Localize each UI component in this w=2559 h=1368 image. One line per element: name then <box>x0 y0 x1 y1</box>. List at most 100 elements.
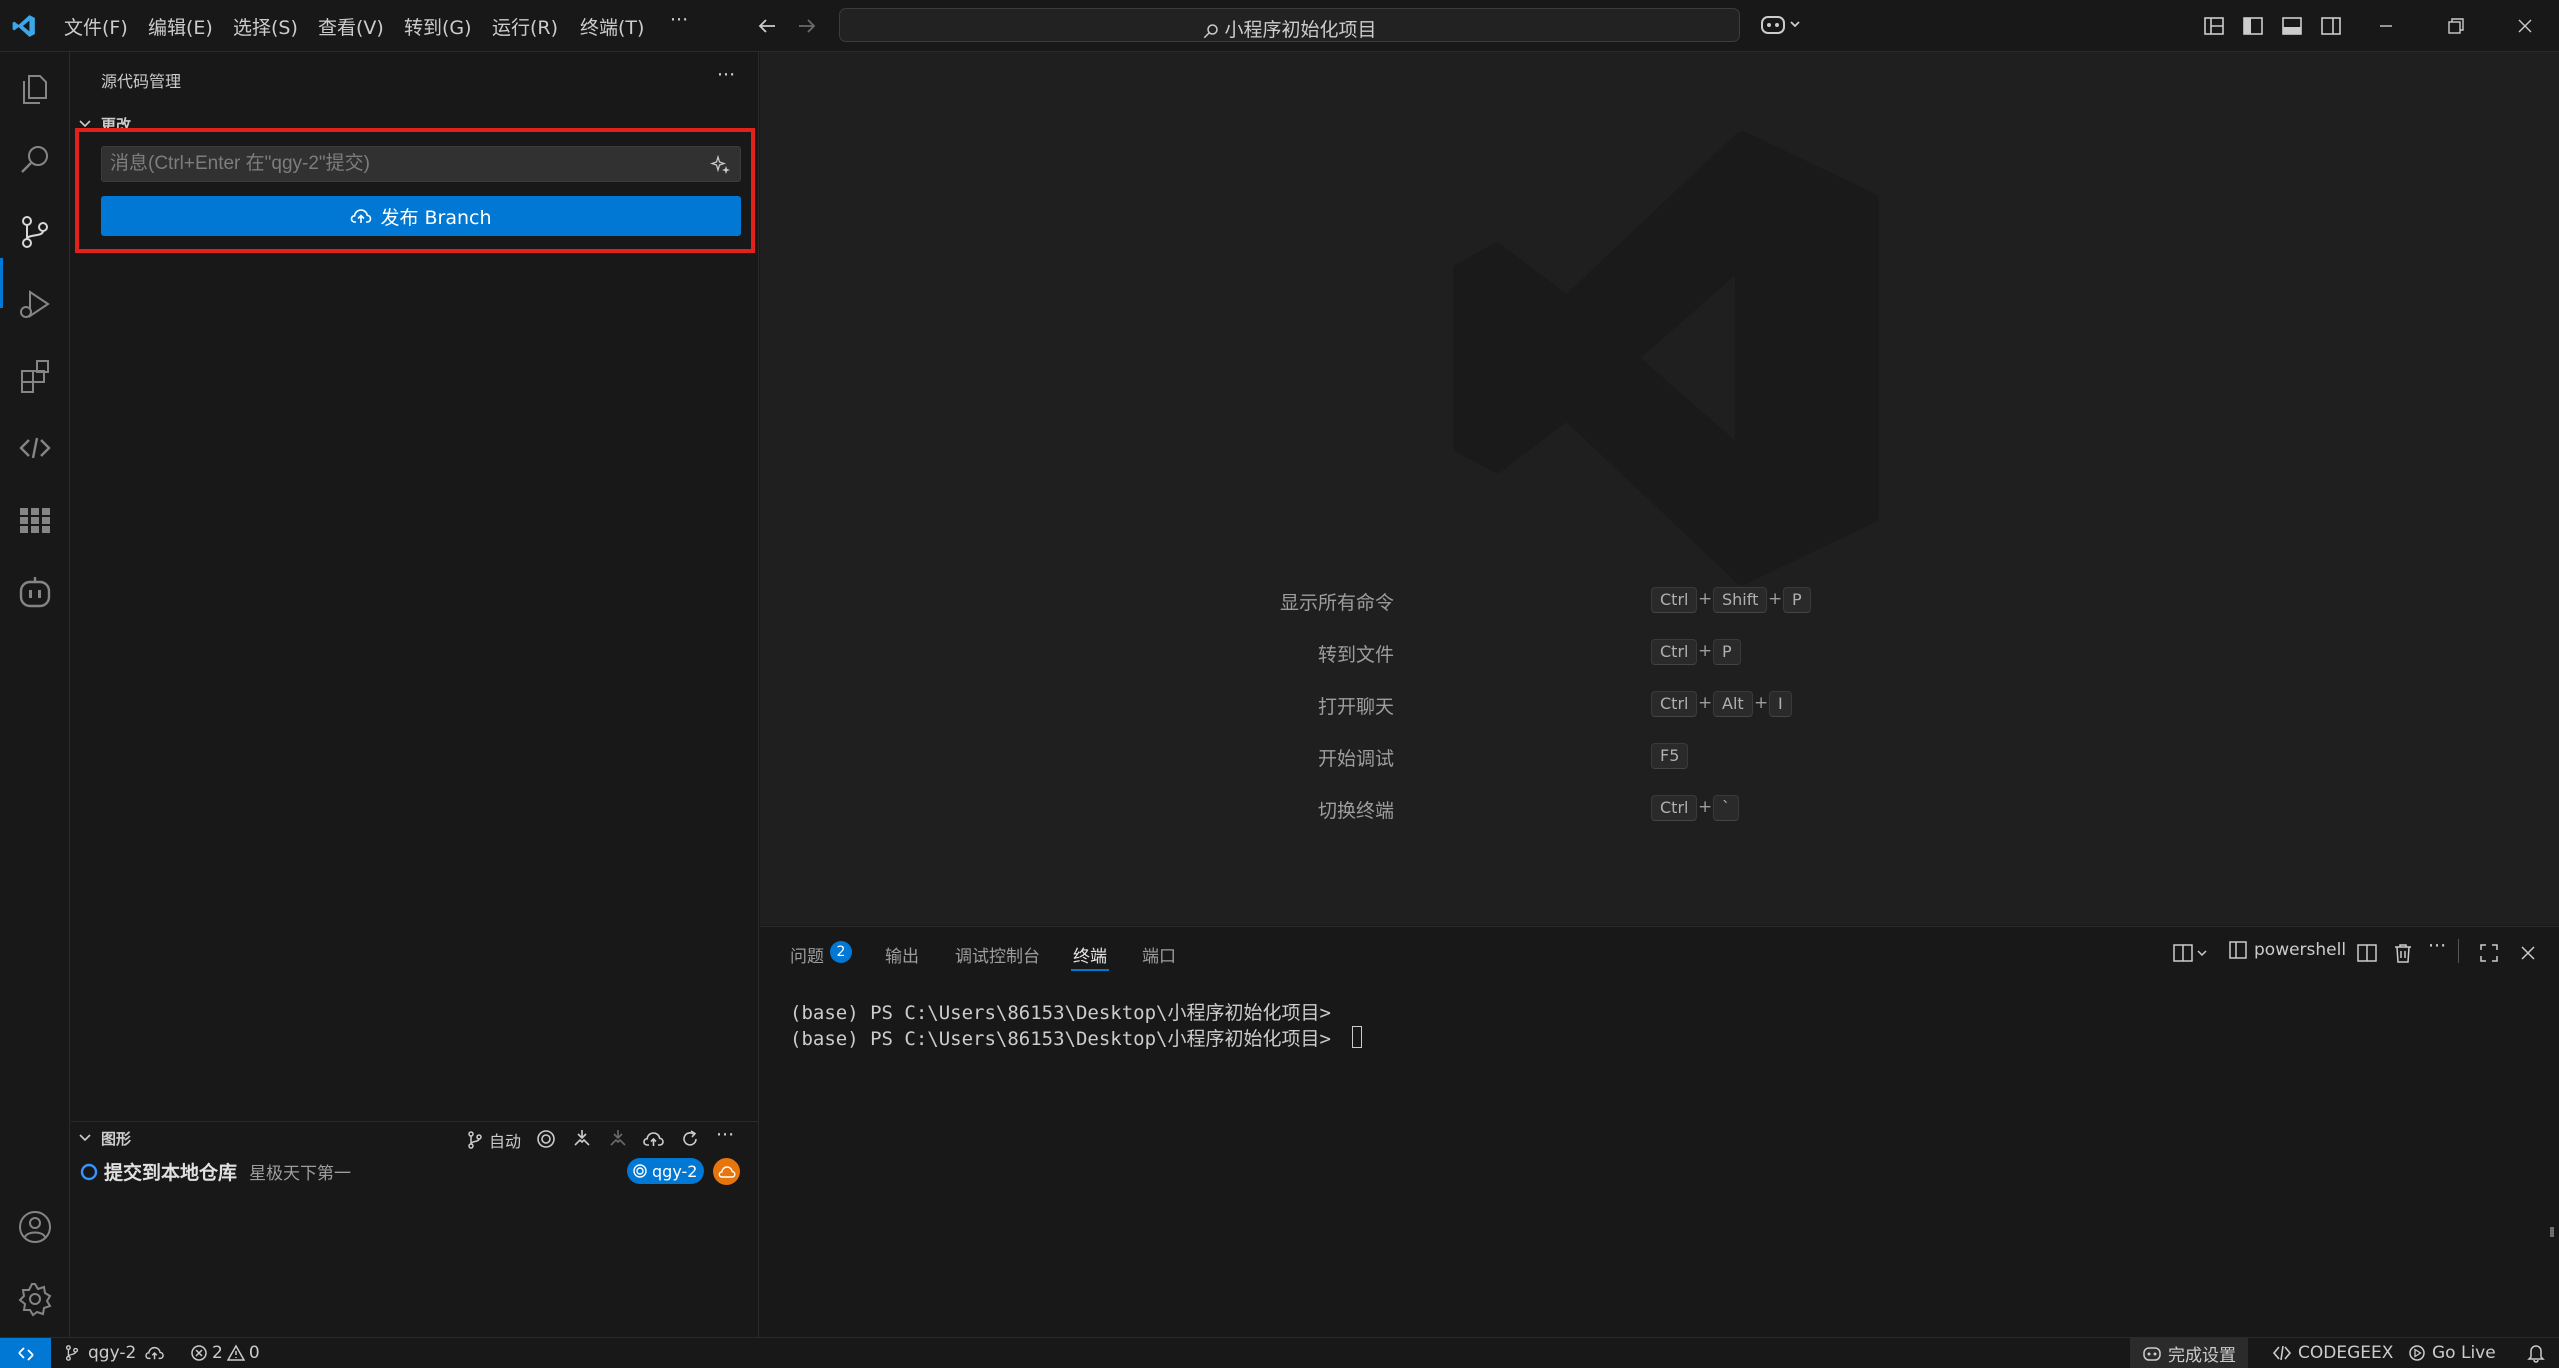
search-text: 小程序初始化项目 <box>840 15 1739 42</box>
graph-section-header[interactable]: 图形 <box>101 1128 131 1149</box>
vscode-watermark-logo-icon <box>1442 128 1882 588</box>
key-cap: Ctrl <box>1651 691 1698 717</box>
status-problems[interactable]: 2 0 <box>190 1343 260 1363</box>
sidebar-title: 源代码管理 <box>101 72 182 91</box>
maximize-panel-icon[interactable] <box>2478 942 2500 964</box>
codegeex-status[interactable]: CODEGEEX <box>2272 1343 2393 1363</box>
terminal-shell-selector[interactable]: powershell <box>2228 939 2346 961</box>
key-cap: Alt <box>1713 691 1753 717</box>
warning-count: 0 <box>248 1343 260 1363</box>
tab-output[interactable]: 输出 <box>885 942 919 967</box>
apps-grid-icon[interactable] <box>15 500 55 540</box>
pull-icon[interactable] <box>607 1128 629 1150</box>
branch-badge[interactable]: qgy-2 <box>627 1158 705 1184</box>
shortcut-label: 切换终端 <box>1317 800 1394 822</box>
account-icon[interactable] <box>15 1207 55 1247</box>
key-cap: P <box>1783 587 1811 613</box>
target-icon[interactable] <box>535 1128 557 1150</box>
menu-view[interactable]: 查看(V) <box>318 13 384 40</box>
go-live-button[interactable]: Go Live <box>2408 1343 2496 1363</box>
menu-go[interactable]: 转到(G) <box>404 13 472 40</box>
graph-chevron-down-icon[interactable] <box>77 1130 93 1146</box>
branch-badge-label: qgy-2 <box>652 1161 698 1181</box>
status-branch-icon <box>63 1344 81 1362</box>
key-cap: P <box>1713 639 1741 665</box>
key-cap: F5 <box>1651 743 1689 769</box>
key-cap: ` <box>1713 795 1739 821</box>
remote-explorer-icon[interactable] <box>15 428 55 468</box>
tab-ports[interactable]: 端口 <box>1142 942 1176 967</box>
tab-problems[interactable]: 问题 <box>790 942 824 967</box>
commit-author: 星极天下第一 <box>249 1164 352 1184</box>
terminal-scrollbar[interactable] <box>2548 987 2556 1335</box>
split-terminal-icon[interactable] <box>2356 942 2378 964</box>
extensions-icon[interactable] <box>15 356 55 396</box>
finish-setup-button[interactable]: 完成设置 <box>2130 1338 2248 1368</box>
commit-title: 提交到本地仓库 <box>104 1162 238 1184</box>
panel-more-actions-icon[interactable]: ··· <box>2428 935 2446 957</box>
plus-sign: + <box>1698 589 1713 609</box>
editor-area: 显示所有命令 Ctrl + Shift + P 转到文件 Ctrl + P 打开… <box>760 52 2559 925</box>
copilot-status-icon <box>2143 1346 2161 1361</box>
menu-file[interactable]: 文件(F) <box>64 13 128 40</box>
run-debug-icon[interactable] <box>15 284 55 324</box>
commit-node-icon <box>80 1163 98 1181</box>
graph-commit-row[interactable]: 提交到本地仓库 星极天下第一 <box>104 1158 351 1185</box>
search-view-icon[interactable] <box>15 140 55 180</box>
status-bar: qgy-2 2 0 完成设置 CODEGEEX Go Live <box>0 1337 2559 1368</box>
push-cloud-icon[interactable] <box>642 1128 666 1150</box>
sidebar-more-actions-icon[interactable]: ··· <box>717 64 735 86</box>
restore-icon[interactable] <box>2445 15 2467 37</box>
toggle-panel-icon[interactable] <box>2281 15 2303 37</box>
menu-run[interactable]: 运行(R) <box>492 13 558 40</box>
menu-edit[interactable]: 编辑(E) <box>148 13 213 40</box>
command-center-search[interactable]: 小程序初始化项目 <box>839 8 1740 42</box>
customize-layout-icon[interactable] <box>2203 15 2225 37</box>
fetch-icon[interactable] <box>571 1128 593 1150</box>
key-cap: Ctrl <box>1651 795 1698 821</box>
status-publish-cloud-icon[interactable] <box>144 1344 166 1362</box>
terminal-line: (base) PS C:\Users\86153\Desktop\小程序初始化项… <box>790 1002 1331 1024</box>
toggle-secondary-sidebar-icon[interactable] <box>2320 15 2342 37</box>
remote-icon <box>17 1346 34 1361</box>
plus-sign: + <box>1698 797 1713 817</box>
trash-icon[interactable] <box>2392 942 2414 964</box>
explorer-icon[interactable] <box>15 68 55 108</box>
split-terminal-dropdown-icon[interactable] <box>2172 942 2212 964</box>
tab-terminal[interactable]: 终端 <box>1073 942 1107 967</box>
active-indicator <box>0 258 3 308</box>
menu-selection[interactable]: 选择(S) <box>233 13 298 40</box>
graph-more-actions-icon[interactable]: ··· <box>716 1124 734 1146</box>
graph-auto-label: 自动 <box>489 1132 522 1151</box>
target-badge-icon <box>632 1163 648 1179</box>
bottom-panel: 问题 2 输出 调试控制台 终端 端口 powershell ··· (base… <box>760 926 2559 1337</box>
forward-arrow-icon[interactable] <box>795 14 819 38</box>
status-branch-name[interactable]: qgy-2 <box>88 1343 136 1363</box>
copilot-icon[interactable] <box>1760 12 1804 38</box>
highlight-box <box>75 128 755 253</box>
back-arrow-icon[interactable] <box>755 14 779 38</box>
minimize-icon[interactable] <box>2375 15 2397 37</box>
menu-more[interactable]: ··· <box>670 9 688 31</box>
graph-auto-filter[interactable]: 自动 <box>465 1128 521 1152</box>
remote-cloud-badge-icon <box>713 1158 740 1185</box>
remote-indicator[interactable] <box>0 1338 51 1368</box>
source-control-icon[interactable] <box>15 212 55 252</box>
activity-bar <box>0 52 70 1337</box>
shell-name: powershell <box>2254 940 2347 960</box>
ai-assistant-icon[interactable] <box>15 572 55 612</box>
settings-gear-icon[interactable] <box>15 1279 55 1319</box>
branch-icon <box>465 1130 485 1150</box>
terminal-cursor[interactable] <box>1352 1026 1362 1048</box>
notifications-bell-icon[interactable] <box>2527 1343 2545 1363</box>
terminal-line: (base) PS C:\Users\86153\Desktop\小程序初始化项… <box>790 1028 1331 1050</box>
close-panel-icon[interactable] <box>2517 942 2539 964</box>
vscode-logo-icon <box>11 13 37 39</box>
toggle-primary-sidebar-icon[interactable] <box>2242 15 2264 37</box>
refresh-icon[interactable] <box>679 1128 701 1150</box>
menu-terminal[interactable]: 终端(T) <box>580 13 644 40</box>
tab-debug-console[interactable]: 调试控制台 <box>955 942 1040 967</box>
close-window-icon[interactable] <box>2514 15 2536 37</box>
scrollbar-thumb[interactable] <box>2550 1227 2554 1237</box>
plus-sign: + <box>1698 693 1713 713</box>
